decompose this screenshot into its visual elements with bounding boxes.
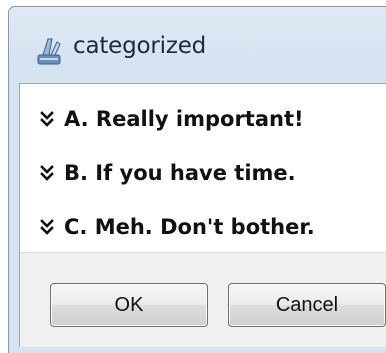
ok-button[interactable]: OK — [50, 283, 208, 327]
option-c[interactable]: C. Meh. Don't bother. — [40, 212, 315, 242]
dialog-client-area: A. Really important! B. If you have time… — [19, 83, 386, 347]
cancel-button[interactable]: Cancel — [228, 283, 386, 327]
option-c-label: C. Meh. Don't bother. — [64, 215, 315, 239]
double-chevron-down-icon — [40, 111, 54, 127]
option-b[interactable]: B. If you have time. — [40, 158, 296, 188]
app-icon — [37, 38, 61, 65]
option-a-label: A. Really important! — [64, 107, 304, 131]
title-bar[interactable]: categorized — [9, 7, 386, 83]
option-a[interactable]: A. Really important! — [40, 104, 304, 134]
option-list: A. Really important! B. If you have time… — [20, 84, 386, 253]
double-chevron-down-icon — [40, 219, 54, 235]
dialog-window: categorized A. Really important! B. If y… — [8, 6, 386, 353]
window-title: categorized — [73, 33, 207, 59]
double-chevron-down-icon — [40, 165, 54, 181]
option-b-label: B. If you have time. — [64, 161, 296, 185]
